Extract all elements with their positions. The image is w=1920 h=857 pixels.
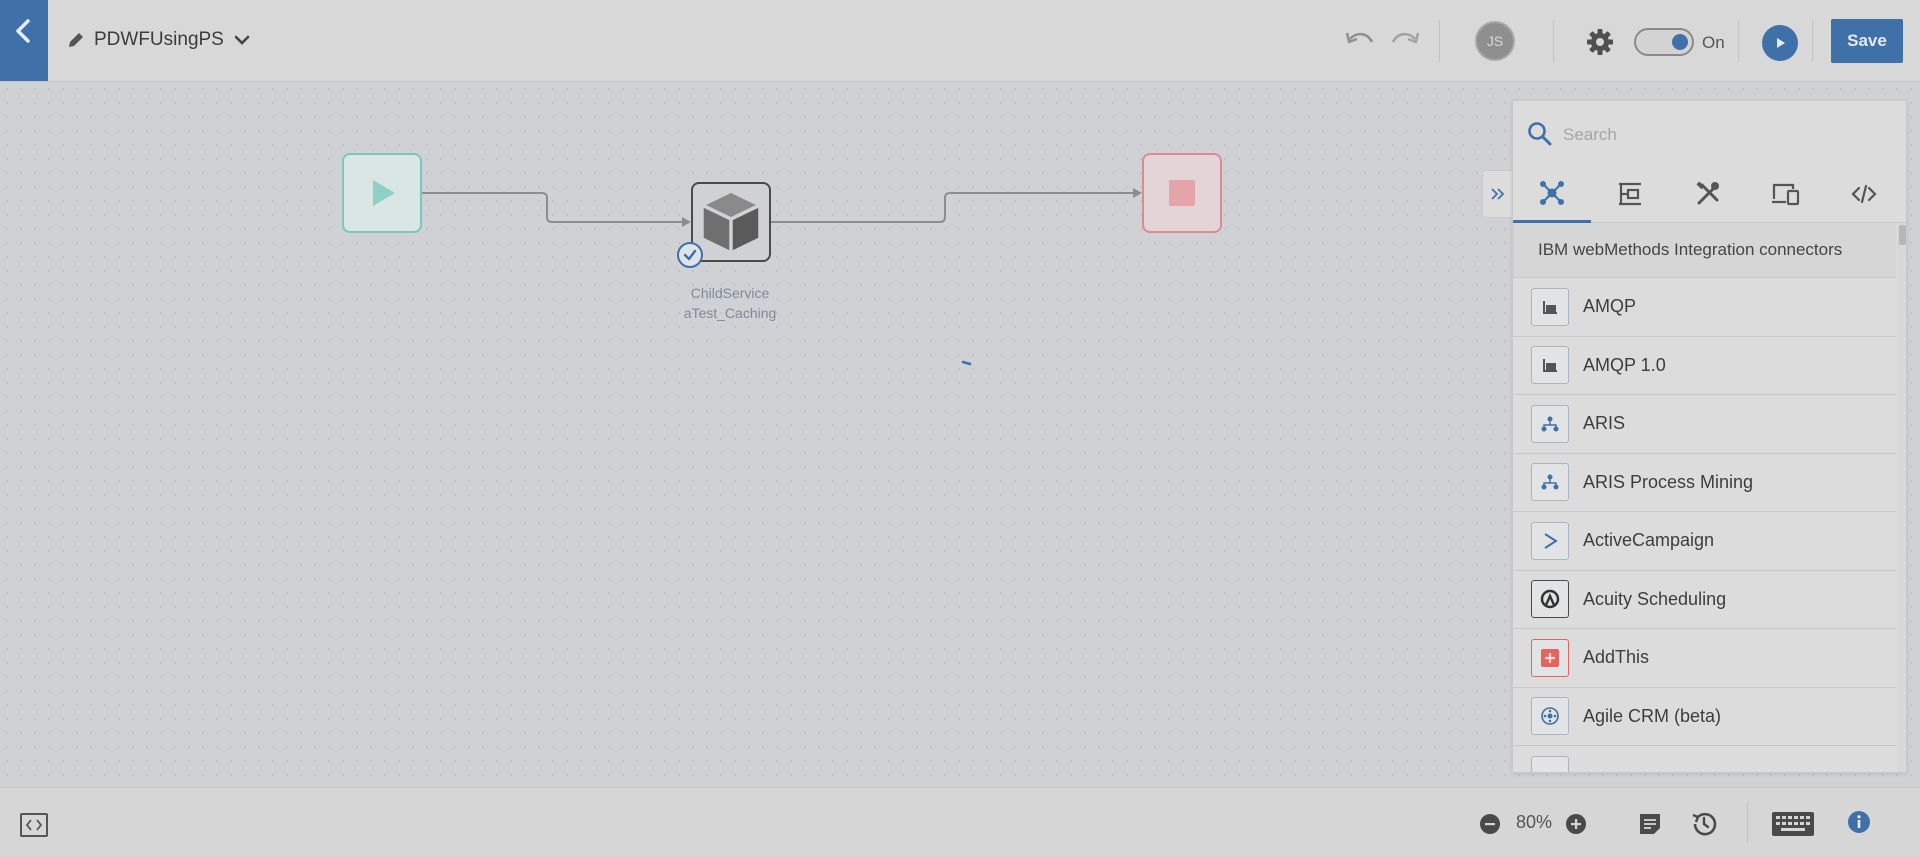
workflow-title: PDWFUsingPS <box>94 29 224 50</box>
addthis-icon <box>1531 638 1569 677</box>
zoom-out-button[interactable] <box>1478 812 1502 836</box>
play-icon <box>373 180 395 206</box>
service-node-label-line2: aTest_Caching <box>683 305 777 321</box>
workflow-active-toggle[interactable] <box>1634 28 1694 56</box>
code-view-button[interactable] <box>18 810 50 840</box>
toolbar-divider <box>1439 20 1440 62</box>
play-icon <box>1777 38 1785 48</box>
list-item-label: Agile CRM (beta) <box>1583 705 1722 726</box>
connectors-icon <box>1540 180 1564 205</box>
list-item[interactable]: AddThis <box>1513 629 1896 688</box>
aris-icon <box>1531 404 1569 443</box>
list-item-label: ARIS Process Mining <box>1583 471 1754 492</box>
code-icon <box>1851 184 1877 204</box>
flow-control-icon <box>1619 182 1641 206</box>
toolbar-divider <box>1738 20 1739 62</box>
tab-devices[interactable] <box>1747 165 1825 223</box>
list-item-label: AddThis <box>1583 647 1650 668</box>
note-icon <box>1640 814 1660 834</box>
list-item[interactable]: AMQP <box>1513 278 1896 337</box>
toggle-label: On <box>1702 33 1725 52</box>
panel-tabs <box>1513 165 1906 223</box>
minus-circle-icon <box>1480 814 1500 834</box>
history-icon <box>1692 812 1717 836</box>
workflow-title-area[interactable]: PDWFUsingPS <box>66 24 252 56</box>
back-button[interactable] <box>0 0 48 81</box>
zoom-level: 80% <box>1516 812 1553 832</box>
list-item-label: ARIS <box>1583 413 1626 434</box>
run-button[interactable] <box>1762 25 1798 61</box>
chevron-left-icon <box>16 19 30 43</box>
toolbar-divider <box>1747 802 1748 842</box>
amqp-icon <box>1531 287 1569 326</box>
bottom-toolbar: 80% <box>0 787 1920 857</box>
scrollbar-thumb[interactable] <box>1899 225 1906 245</box>
search-icon <box>1528 122 1552 146</box>
plus-circle-icon <box>1566 814 1586 834</box>
panel-scrollbar[interactable] <box>1897 223 1906 772</box>
acuity-icon <box>1531 580 1569 619</box>
service-node[interactable] <box>691 182 771 262</box>
double-chevron-right-icon <box>1490 188 1504 200</box>
undo-button[interactable] <box>1343 26 1377 56</box>
start-node[interactable] <box>342 153 422 233</box>
service-node-label-line1: ChildService <box>690 285 770 301</box>
connectors-panel: IBM webMethods Integration connectors AM… <box>1512 100 1907 773</box>
info-button[interactable] <box>1845 808 1873 836</box>
list-item-label: AMQP <box>1583 296 1637 317</box>
list-item[interactable]: AMQP 1.0 <box>1513 337 1896 395</box>
info-icon <box>1848 811 1870 833</box>
save-button[interactable]: Save <box>1831 19 1903 63</box>
service-node-label: ChildService aTest_Caching <box>660 283 800 323</box>
connector-icon <box>1531 755 1569 772</box>
tab-flow-controls[interactable] <box>1591 165 1669 223</box>
tab-tools[interactable] <box>1669 165 1747 223</box>
tools-icon <box>1696 181 1719 205</box>
list-item-partial[interactable] <box>1513 746 1896 772</box>
chevron-down-icon[interactable] <box>232 30 252 50</box>
section-header: IBM webMethods Integration connectors <box>1513 223 1896 278</box>
stop-icon <box>1169 180 1195 206</box>
keyboard-shortcuts-button[interactable] <box>1770 810 1816 838</box>
aris-icon <box>1531 463 1569 502</box>
collapse-panel-button[interactable] <box>1482 170 1512 218</box>
code-view-icon <box>20 813 48 837</box>
list-item[interactable]: ActiveCampaign <box>1513 512 1896 571</box>
stop-node[interactable] <box>1142 153 1222 233</box>
gear-icon <box>1587 29 1613 55</box>
tab-connectors[interactable] <box>1513 165 1591 223</box>
toggle-knob <box>1672 34 1688 50</box>
redo-button[interactable] <box>1388 26 1422 56</box>
history-button[interactable] <box>1688 808 1720 840</box>
notes-button[interactable] <box>1636 810 1664 838</box>
settings-button[interactable] <box>1584 26 1616 58</box>
search-bar <box>1513 101 1906 165</box>
redo-icon <box>1391 32 1420 44</box>
zoom-in-button[interactable] <box>1564 812 1588 836</box>
list-item-label: AMQP 1.0 <box>1583 354 1666 375</box>
toolbar-divider <box>1812 20 1813 62</box>
tab-code[interactable] <box>1825 165 1903 223</box>
user-avatar[interactable]: JS <box>1475 21 1515 61</box>
devices-icon <box>1772 183 1800 206</box>
agilecrm-icon <box>1531 697 1569 736</box>
amqp-icon <box>1531 346 1569 385</box>
list-item[interactable]: Agile CRM (beta) <box>1513 688 1896 746</box>
pencil-icon <box>69 33 83 47</box>
node-status-check-icon <box>677 242 703 268</box>
toolbar-divider <box>1553 20 1554 62</box>
list-item-label: Acuity Scheduling <box>1583 588 1727 609</box>
activecampaign-icon <box>1531 521 1569 560</box>
connector-lines <box>422 188 1142 366</box>
list-item-label: ActiveCampaign <box>1583 530 1715 551</box>
top-toolbar: PDWFUsingPS JS On Save <box>0 0 1920 82</box>
keyboard-icon <box>1772 812 1814 836</box>
undo-icon <box>1345 32 1374 44</box>
list-item[interactable]: ARIS Process Mining <box>1513 454 1896 512</box>
list-item[interactable]: ARIS <box>1513 395 1896 454</box>
connector-list: AMQP AMQP 1.0 ARIS ARIS Process Mining A… <box>1513 278 1896 772</box>
cube-icon <box>700 189 762 255</box>
search-input[interactable] <box>1563 121 1883 149</box>
list-item[interactable]: Acuity Scheduling <box>1513 571 1896 629</box>
